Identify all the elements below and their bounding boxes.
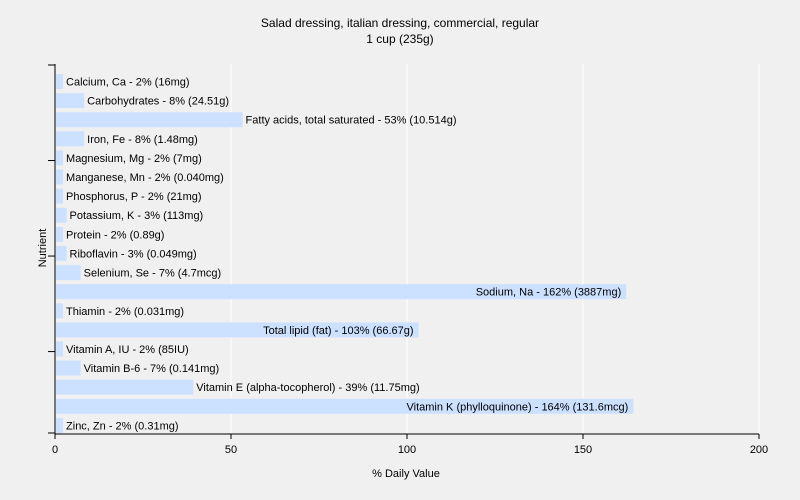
bar-label: Potassium, K - 3% (113mg): [70, 210, 204, 222]
bar: [56, 379, 194, 395]
x-tick-labels: 0 50 100 150 200: [52, 444, 768, 456]
bar-label: Fatty acids, total saturated - 53% (10.5…: [246, 115, 457, 127]
bar: [56, 303, 64, 319]
bar: [56, 150, 64, 166]
bar-label: Magnesium, Mg - 2% (7mg): [66, 153, 202, 165]
bar: [56, 265, 81, 281]
bar-label: Iron, Fe - 8% (1.48mg): [87, 134, 198, 146]
bar-label: Vitamin B-6 - 7% (0.141mg): [84, 363, 220, 375]
bar-label: Thiamin - 2% (0.031mg): [66, 306, 184, 318]
x-tick-label: 150: [574, 444, 592, 456]
bar-label: Vitamin K (phylloquinone) - 164% (131.6m…: [407, 401, 629, 413]
x-tick-label: 100: [398, 444, 416, 456]
bar-label: Total lipid (fat) - 103% (66.67g): [263, 325, 413, 337]
bar-label: Protein - 2% (0.89g): [66, 229, 164, 241]
bar: [56, 169, 64, 185]
bar-label: Phosphorus, P - 2% (21mg): [66, 191, 202, 203]
bar-label: Calcium, Ca - 2% (16mg): [66, 77, 189, 89]
bar: [56, 360, 81, 376]
bar-label: Vitamin E (alpha-tocopherol) - 39% (11.7…: [196, 382, 419, 394]
x-tick-label: 200: [750, 444, 768, 456]
bar: [56, 112, 243, 128]
bar-label: Carbohydrates - 8% (24.51g): [87, 96, 229, 108]
y-axis-label: Nutrient: [37, 229, 49, 268]
x-axis-label: % Daily Value: [372, 468, 440, 480]
bar: [56, 131, 85, 147]
bar: [56, 188, 64, 204]
bar: [56, 341, 64, 357]
bar: [56, 93, 85, 109]
bar-label: Sodium, Na - 162% (3887mg): [476, 287, 622, 299]
bar-label: Manganese, Mn - 2% (0.040mg): [66, 172, 224, 184]
x-tick-label: 50: [225, 444, 237, 456]
bar-labels: Calcium, Ca - 2% (16mg) Carbohydrates - 8…: [66, 77, 628, 433]
bar-label: Riboflavin - 3% (0.049mg): [70, 248, 197, 260]
bar-chart: 0 50 100 150 200 Calcium, Ca - 2% (16mg) Carb…: [37, 64, 768, 480]
bar-label: Zinc, Zn - 2% (0.31mg): [66, 420, 178, 432]
bar: [56, 417, 64, 433]
bar: [56, 226, 64, 242]
bar-label: Selenium, Se - 7% (4.7mcg): [84, 268, 222, 280]
x-tick-label: 0: [52, 444, 58, 456]
bar: [56, 207, 67, 223]
bar-label: Vitamin A, IU - 2% (85IU): [66, 344, 189, 356]
bar: [56, 74, 64, 89]
bar: [56, 245, 67, 261]
